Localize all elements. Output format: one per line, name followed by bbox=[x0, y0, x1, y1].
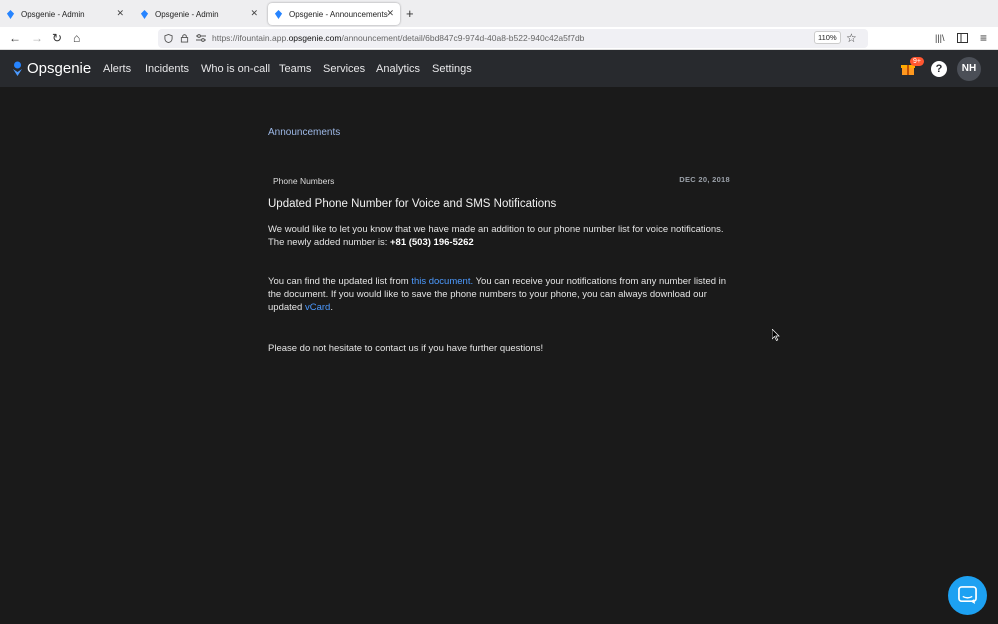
nav-alerts[interactable]: Alerts bbox=[103, 63, 131, 75]
nav-analytics[interactable]: Analytics bbox=[376, 63, 420, 75]
nav-teams[interactable]: Teams bbox=[279, 63, 311, 75]
opsgenie-favicon-icon bbox=[6, 9, 15, 19]
browser-tab-bar: Opsgenie - Admin ✕ Opsgenie - Admin ✕ Op… bbox=[0, 0, 998, 27]
close-tab-icon[interactable]: ✕ bbox=[116, 8, 124, 19]
browser-tab-3[interactable]: Opsgenie - Announcements ✕ bbox=[268, 3, 400, 25]
permissions-icon[interactable] bbox=[196, 34, 206, 43]
mouse-cursor-icon bbox=[772, 329, 780, 341]
nav-services[interactable]: Services bbox=[323, 63, 365, 75]
chat-launcher-button[interactable] bbox=[948, 576, 987, 615]
browser-tab-1[interactable]: Opsgenie - Admin ✕ bbox=[6, 3, 130, 25]
menu-icon[interactable]: ≡ bbox=[980, 31, 987, 45]
close-tab-icon[interactable]: ✕ bbox=[386, 8, 394, 19]
new-tab-icon[interactable]: + bbox=[406, 6, 414, 21]
close-tab-icon[interactable]: ✕ bbox=[250, 8, 258, 19]
url-prefix: https://ifountain.app. bbox=[212, 33, 289, 43]
vcard-link[interactable]: vCard bbox=[305, 302, 330, 313]
announcement-paragraph-1: We would like to let you know that we ha… bbox=[268, 223, 730, 249]
announcement-date: DEC 20, 2018 bbox=[679, 175, 730, 184]
nav-settings[interactable]: Settings bbox=[432, 63, 472, 75]
paragraph-text: . bbox=[330, 302, 333, 313]
sidebar-icon[interactable] bbox=[957, 33, 968, 43]
url-path: /announcement/detail/6bd847c9-974d-40a8-… bbox=[341, 33, 585, 43]
tab-title: Opsgenie - Admin bbox=[155, 9, 219, 19]
tab-title: Opsgenie - Admin bbox=[21, 9, 85, 19]
nav-who-is-on-call[interactable]: Who is on-call bbox=[201, 63, 270, 75]
avatar[interactable]: NH bbox=[957, 57, 981, 81]
paragraph-text: We would like to let you know that we ha… bbox=[268, 224, 724, 248]
breadcrumb[interactable]: Announcements bbox=[268, 127, 340, 138]
announcement-paragraph-2: You can find the updated list from this … bbox=[268, 275, 730, 314]
bookmark-star-icon[interactable]: ☆ bbox=[846, 31, 857, 45]
zoom-level[interactable]: 110% bbox=[814, 31, 841, 44]
announcement-title: Updated Phone Number for Voice and SMS N… bbox=[268, 198, 557, 210]
home-icon[interactable]: ⌂ bbox=[73, 31, 80, 45]
browser-toolbar: ← → ↻ ⌂ https://ifountain.app.opsgenie.c… bbox=[0, 27, 998, 50]
browser-tab-2[interactable]: Opsgenie - Admin ✕ bbox=[140, 3, 264, 25]
announcement-category: Phone Numbers bbox=[273, 176, 335, 186]
chat-icon bbox=[958, 586, 977, 605]
opsgenie-favicon-icon bbox=[274, 9, 283, 19]
shield-icon[interactable] bbox=[164, 34, 173, 43]
announcement-paragraph-3: Please do not hesitate to contact us if … bbox=[268, 343, 544, 354]
phone-number: +81 (503) 196-5262 bbox=[389, 237, 474, 248]
tab-title: Opsgenie - Announcements bbox=[289, 9, 388, 19]
paragraph-text: You can find the updated list from bbox=[268, 276, 412, 287]
app-navbar: Opsgenie Alerts Incidents Who is on-call… bbox=[0, 50, 998, 87]
back-icon[interactable]: ← bbox=[9, 31, 21, 45]
help-icon[interactable]: ? bbox=[931, 61, 947, 77]
opsgenie-favicon-icon bbox=[140, 9, 149, 19]
logo-text: Opsgenie bbox=[27, 60, 92, 77]
opsgenie-logo[interactable]: Opsgenie bbox=[12, 60, 91, 77]
reload-icon[interactable]: ↻ bbox=[52, 31, 62, 45]
opsgenie-logo-icon bbox=[13, 61, 22, 76]
url-text[interactable]: https://ifountain.app.opsgenie.com/annou… bbox=[212, 33, 584, 43]
notification-badge: 9+ bbox=[910, 57, 924, 66]
address-bar[interactable]: https://ifountain.app.opsgenie.com/annou… bbox=[158, 29, 868, 48]
library-icon[interactable]: |||\ bbox=[935, 33, 945, 43]
nav-incidents[interactable]: Incidents bbox=[145, 63, 189, 75]
document-link[interactable]: this document. bbox=[411, 276, 473, 287]
url-host: opsgenie.com bbox=[288, 33, 342, 43]
forward-icon[interactable]: → bbox=[31, 31, 43, 45]
lock-icon[interactable] bbox=[180, 33, 189, 43]
